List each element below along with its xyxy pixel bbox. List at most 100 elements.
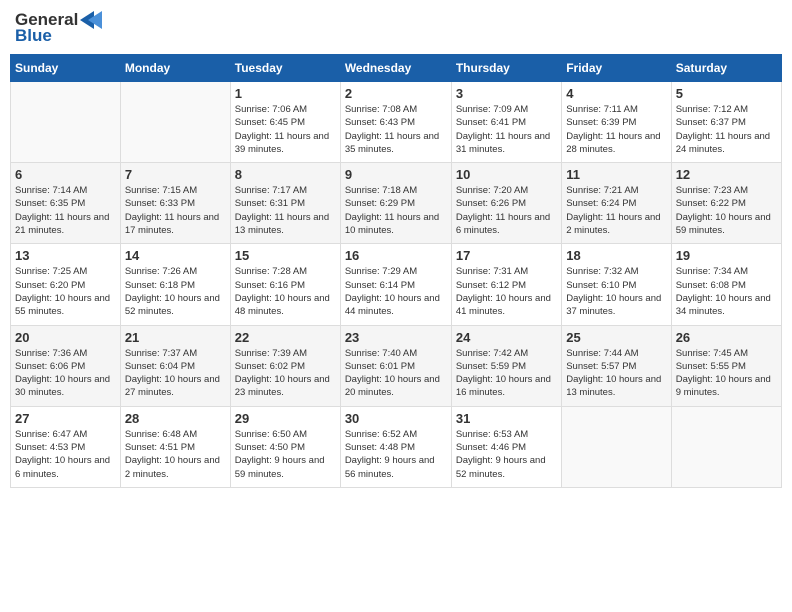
- day-content: Sunrise: 6:48 AM Sunset: 4:51 PM Dayligh…: [125, 428, 226, 481]
- calendar-cell: 16 Sunrise: 7:29 AM Sunset: 6:14 PM Dayli…: [340, 244, 451, 325]
- day-number: 12: [676, 167, 777, 182]
- logo: General Blue: [15, 10, 102, 46]
- day-number: 19: [676, 248, 777, 263]
- day-content: Sunrise: 7:31 AM Sunset: 6:12 PM Dayligh…: [456, 265, 557, 318]
- logo-blue: Blue: [15, 26, 52, 46]
- day-number: 30: [345, 411, 447, 426]
- day-number: 4: [566, 86, 666, 101]
- day-content: Sunrise: 7:45 AM Sunset: 5:55 PM Dayligh…: [676, 347, 777, 400]
- calendar-cell: 1Sunrise: 7:06 AM Sunset: 6:45 PM Daylig…: [230, 82, 340, 163]
- calendar-cell: 22Sunrise: 7:39 AM Sunset: 6:02 PM Dayli…: [230, 325, 340, 406]
- calendar-cell: 5 Sunrise: 7:12 AM Sunset: 6:37 PM Daylig…: [671, 82, 781, 163]
- page-header: General Blue: [10, 10, 782, 46]
- day-number: 3: [456, 86, 557, 101]
- day-content: Sunrise: 7:39 AM Sunset: 6:02 PM Dayligh…: [235, 347, 336, 400]
- calendar-cell: 19 Sunrise: 7:34 AM Sunset: 6:08 PM Dayli…: [671, 244, 781, 325]
- day-number: 13: [15, 248, 116, 263]
- calendar-cell: 20 Sunrise: 7:36 AM Sunset: 6:06 PM Dayli…: [11, 325, 121, 406]
- day-content: Sunrise: 7:25 AM Sunset: 6:20 PM Dayligh…: [15, 265, 116, 318]
- day-number: 2: [345, 86, 447, 101]
- calendar-cell: 23Sunrise: 7:40 AM Sunset: 6:01 PM Dayli…: [340, 325, 451, 406]
- day-content: Sunrise: 7:20 AM Sunset: 6:26 PM Dayligh…: [456, 184, 557, 237]
- calendar-week-row: 13 Sunrise: 7:25 AM Sunset: 6:20 PM Dayli…: [11, 244, 782, 325]
- day-number: 8: [235, 167, 336, 182]
- calendar-table: SundayMondayTuesdayWednesdayThursdayFrid…: [10, 54, 782, 488]
- calendar-cell: 29 Sunrise: 6:50 AM Sunset: 4:50 PM Dayli…: [230, 406, 340, 487]
- day-number: 5: [676, 86, 777, 101]
- day-number: 21: [125, 330, 226, 345]
- day-number: 9: [345, 167, 447, 182]
- day-content: Sunrise: 7:32 AM Sunset: 6:10 PM Dayligh…: [566, 265, 666, 318]
- day-content: Sunrise: 7:29 AM Sunset: 6:14 PM Dayligh…: [345, 265, 447, 318]
- calendar-cell: 7 Sunrise: 7:15 AM Sunset: 6:33 PM Daylig…: [120, 163, 230, 244]
- calendar-cell: [671, 406, 781, 487]
- calendar-cell: 25 Sunrise: 7:44 AM Sunset: 5:57 PM Dayli…: [562, 325, 671, 406]
- day-header-thursday: Thursday: [451, 55, 561, 82]
- day-number: 11: [566, 167, 666, 182]
- calendar-cell: 30 Sunrise: 6:52 AM Sunset: 4:48 PM Dayli…: [340, 406, 451, 487]
- day-header-sunday: Sunday: [11, 55, 121, 82]
- day-content: Sunrise: 7:36 AM Sunset: 6:06 PM Dayligh…: [15, 347, 116, 400]
- calendar-week-row: 6Sunrise: 7:14 AM Sunset: 6:35 PM Daylig…: [11, 163, 782, 244]
- day-number: 6: [15, 167, 116, 182]
- day-content: Sunrise: 7:06 AM Sunset: 6:45 PM Dayligh…: [235, 103, 336, 156]
- calendar-cell: 6Sunrise: 7:14 AM Sunset: 6:35 PM Daylig…: [11, 163, 121, 244]
- day-number: 31: [456, 411, 557, 426]
- calendar-cell: 14Sunrise: 7:26 AM Sunset: 6:18 PM Dayli…: [120, 244, 230, 325]
- day-content: Sunrise: 7:15 AM Sunset: 6:33 PM Dayligh…: [125, 184, 226, 237]
- day-number: 20: [15, 330, 116, 345]
- calendar-header-row: SundayMondayTuesdayWednesdayThursdayFrid…: [11, 55, 782, 82]
- calendar-week-row: 20 Sunrise: 7:36 AM Sunset: 6:06 PM Dayli…: [11, 325, 782, 406]
- calendar-cell: 31Sunrise: 6:53 AM Sunset: 4:46 PM Dayli…: [451, 406, 561, 487]
- day-number: 25: [566, 330, 666, 345]
- day-content: Sunrise: 7:42 AM Sunset: 5:59 PM Dayligh…: [456, 347, 557, 400]
- day-content: Sunrise: 7:23 AM Sunset: 6:22 PM Dayligh…: [676, 184, 777, 237]
- calendar-cell: 27 Sunrise: 6:47 AM Sunset: 4:53 PM Dayli…: [11, 406, 121, 487]
- calendar-week-row: 27 Sunrise: 6:47 AM Sunset: 4:53 PM Dayli…: [11, 406, 782, 487]
- calendar-cell: 15Sunrise: 7:28 AM Sunset: 6:16 PM Dayli…: [230, 244, 340, 325]
- calendar-cell: 17 Sunrise: 7:31 AM Sunset: 6:12 PM Dayli…: [451, 244, 561, 325]
- calendar-cell: 26 Sunrise: 7:45 AM Sunset: 5:55 PM Dayli…: [671, 325, 781, 406]
- day-number: 10: [456, 167, 557, 182]
- calendar-cell: 18Sunrise: 7:32 AM Sunset: 6:10 PM Dayli…: [562, 244, 671, 325]
- day-content: Sunrise: 7:26 AM Sunset: 6:18 PM Dayligh…: [125, 265, 226, 318]
- calendar-cell: 28 Sunrise: 6:48 AM Sunset: 4:51 PM Dayli…: [120, 406, 230, 487]
- calendar-cell: 8 Sunrise: 7:17 AM Sunset: 6:31 PM Daylig…: [230, 163, 340, 244]
- calendar-cell: 12 Sunrise: 7:23 AM Sunset: 6:22 PM Dayli…: [671, 163, 781, 244]
- day-header-monday: Monday: [120, 55, 230, 82]
- day-header-friday: Friday: [562, 55, 671, 82]
- day-content: Sunrise: 7:40 AM Sunset: 6:01 PM Dayligh…: [345, 347, 447, 400]
- day-number: 29: [235, 411, 336, 426]
- day-number: 27: [15, 411, 116, 426]
- day-header-wednesday: Wednesday: [340, 55, 451, 82]
- day-content: Sunrise: 6:52 AM Sunset: 4:48 PM Dayligh…: [345, 428, 447, 481]
- calendar-cell: 3Sunrise: 7:09 AM Sunset: 6:41 PM Daylig…: [451, 82, 561, 163]
- calendar-week-row: 1Sunrise: 7:06 AM Sunset: 6:45 PM Daylig…: [11, 82, 782, 163]
- day-content: Sunrise: 7:44 AM Sunset: 5:57 PM Dayligh…: [566, 347, 666, 400]
- day-content: Sunrise: 6:47 AM Sunset: 4:53 PM Dayligh…: [15, 428, 116, 481]
- calendar-cell: 4Sunrise: 7:11 AM Sunset: 6:39 PM Daylig…: [562, 82, 671, 163]
- calendar-cell: 10 Sunrise: 7:20 AM Sunset: 6:26 PM Dayli…: [451, 163, 561, 244]
- day-content: Sunrise: 7:28 AM Sunset: 6:16 PM Dayligh…: [235, 265, 336, 318]
- day-number: 24: [456, 330, 557, 345]
- day-content: Sunrise: 7:37 AM Sunset: 6:04 PM Dayligh…: [125, 347, 226, 400]
- day-content: Sunrise: 7:12 AM Sunset: 6:37 PM Dayligh…: [676, 103, 777, 156]
- day-content: Sunrise: 7:21 AM Sunset: 6:24 PM Dayligh…: [566, 184, 666, 237]
- day-content: Sunrise: 6:50 AM Sunset: 4:50 PM Dayligh…: [235, 428, 336, 481]
- logo-text-block: General Blue: [15, 10, 102, 46]
- day-content: Sunrise: 7:34 AM Sunset: 6:08 PM Dayligh…: [676, 265, 777, 318]
- day-number: 26: [676, 330, 777, 345]
- day-number: 28: [125, 411, 226, 426]
- day-header-saturday: Saturday: [671, 55, 781, 82]
- day-content: Sunrise: 7:18 AM Sunset: 6:29 PM Dayligh…: [345, 184, 447, 237]
- calendar-cell: [11, 82, 121, 163]
- calendar-cell: 13 Sunrise: 7:25 AM Sunset: 6:20 PM Dayli…: [11, 244, 121, 325]
- day-number: 17: [456, 248, 557, 263]
- day-number: 16: [345, 248, 447, 263]
- calendar-cell: 9 Sunrise: 7:18 AM Sunset: 6:29 PM Daylig…: [340, 163, 451, 244]
- calendar-cell: 24 Sunrise: 7:42 AM Sunset: 5:59 PM Dayli…: [451, 325, 561, 406]
- calendar-cell: [120, 82, 230, 163]
- day-content: Sunrise: 7:08 AM Sunset: 6:43 PM Dayligh…: [345, 103, 447, 156]
- day-number: 7: [125, 167, 226, 182]
- day-content: Sunrise: 7:17 AM Sunset: 6:31 PM Dayligh…: [235, 184, 336, 237]
